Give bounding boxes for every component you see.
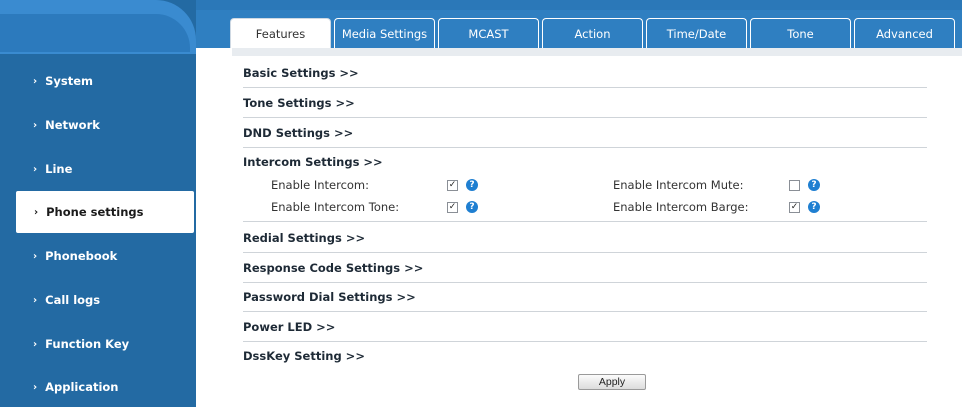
section-power-led[interactable]: Power LED >> [243, 312, 927, 342]
section-intercom-settings[interactable]: Intercom Settings >> [243, 147, 927, 177]
chevron-right-icon: › [33, 163, 38, 175]
tab-bar: Features Media Settings MCAST Action Tim… [230, 18, 958, 48]
tab-features[interactable]: Features [230, 18, 331, 48]
chevron-right-icon: › [33, 75, 38, 87]
sidebar-item-label: Function Key [45, 337, 130, 351]
sidebar-item-label: Network [45, 118, 100, 132]
intercom-row-barge: Enable Intercom Barge: ✓ ? [613, 196, 820, 218]
tab-action[interactable]: Action [542, 18, 643, 48]
sidebar-item-label: Application [45, 380, 119, 394]
divider [243, 221, 927, 222]
enable-intercom-tone-checkbox[interactable]: ✓ [447, 201, 458, 213]
sidebar-item-label: Line [45, 162, 73, 176]
sidebar-item-label: Call logs [45, 293, 101, 307]
sidebar-item-application[interactable]: › Application [0, 365, 196, 407]
apply-button[interactable]: Apply [578, 374, 646, 390]
chevron-right-icon: › [33, 294, 38, 306]
tab-mcast[interactable]: MCAST [438, 18, 539, 48]
sidebar-item-call-logs[interactable]: › Call logs [0, 278, 196, 322]
section-password-dial-settings[interactable]: Password Dial Settings >> [243, 282, 927, 312]
sidebar-item-label: Phone settings [46, 205, 144, 219]
intercom-row-enable: Enable Intercom: ✓ ? [271, 174, 478, 196]
section-tone-settings[interactable]: Tone Settings >> [243, 88, 927, 118]
sidebar-item-network[interactable]: › Network [0, 103, 196, 147]
intercom-row-tone: Enable Intercom Tone: ✓ ? [271, 196, 478, 218]
section-dsskey-setting[interactable]: DssKey Setting >> [243, 341, 927, 371]
sidebar-header [0, 0, 196, 54]
enable-intercom-checkbox[interactable]: ✓ [447, 179, 458, 191]
enable-intercom-mute-checkbox[interactable] [789, 179, 800, 191]
tab-tone[interactable]: Tone [750, 18, 851, 48]
section-dnd-settings[interactable]: DND Settings >> [243, 118, 927, 148]
sidebar-item-function-key[interactable]: › Function Key [0, 322, 196, 366]
help-icon[interactable]: ? [808, 179, 820, 191]
help-icon[interactable]: ? [466, 201, 478, 213]
tab-media-settings[interactable]: Media Settings [334, 18, 435, 48]
enable-intercom-mute-label: Enable Intercom Mute: [613, 178, 744, 192]
chevron-right-icon: › [33, 381, 38, 393]
enable-intercom-tone-label: Enable Intercom Tone: [271, 200, 400, 214]
tab-time-date[interactable]: Time/Date [646, 18, 747, 48]
chevron-right-icon: › [33, 119, 38, 131]
sidebar-item-label: System [45, 74, 94, 88]
enable-intercom-label: Enable Intercom: [271, 178, 370, 192]
tab-advanced[interactable]: Advanced [854, 18, 955, 48]
sidebar-item-phone-settings[interactable]: › Phone settings [16, 191, 194, 233]
chevron-right-icon: › [34, 206, 39, 218]
sidebar-header-inner [0, 14, 190, 52]
main-content: Basic Settings >> Tone Settings >> DND S… [196, 48, 962, 407]
enable-intercom-barge-label: Enable Intercom Barge: [613, 200, 749, 214]
sidebar-item-phonebook[interactable]: › Phonebook [0, 234, 196, 278]
help-icon[interactable]: ? [808, 201, 820, 213]
section-response-code-settings[interactable]: Response Code Settings >> [243, 253, 927, 283]
sidebar-item-line[interactable]: › Line [0, 147, 196, 191]
intercom-row-mute: Enable Intercom Mute: ? [613, 174, 820, 196]
sidebar: › System › Network › Line › Phone settin… [0, 0, 196, 407]
section-redial-settings[interactable]: Redial Settings >> [243, 223, 927, 253]
sidebar-item-system[interactable]: › System [0, 59, 196, 103]
content-header-band [232, 48, 962, 56]
chevron-right-icon: › [33, 250, 38, 262]
enable-intercom-barge-checkbox[interactable]: ✓ [789, 201, 800, 213]
sidebar-item-label: Phonebook [45, 249, 118, 263]
section-basic-settings[interactable]: Basic Settings >> [243, 58, 927, 88]
chevron-right-icon: › [33, 338, 38, 350]
help-icon[interactable]: ? [466, 179, 478, 191]
